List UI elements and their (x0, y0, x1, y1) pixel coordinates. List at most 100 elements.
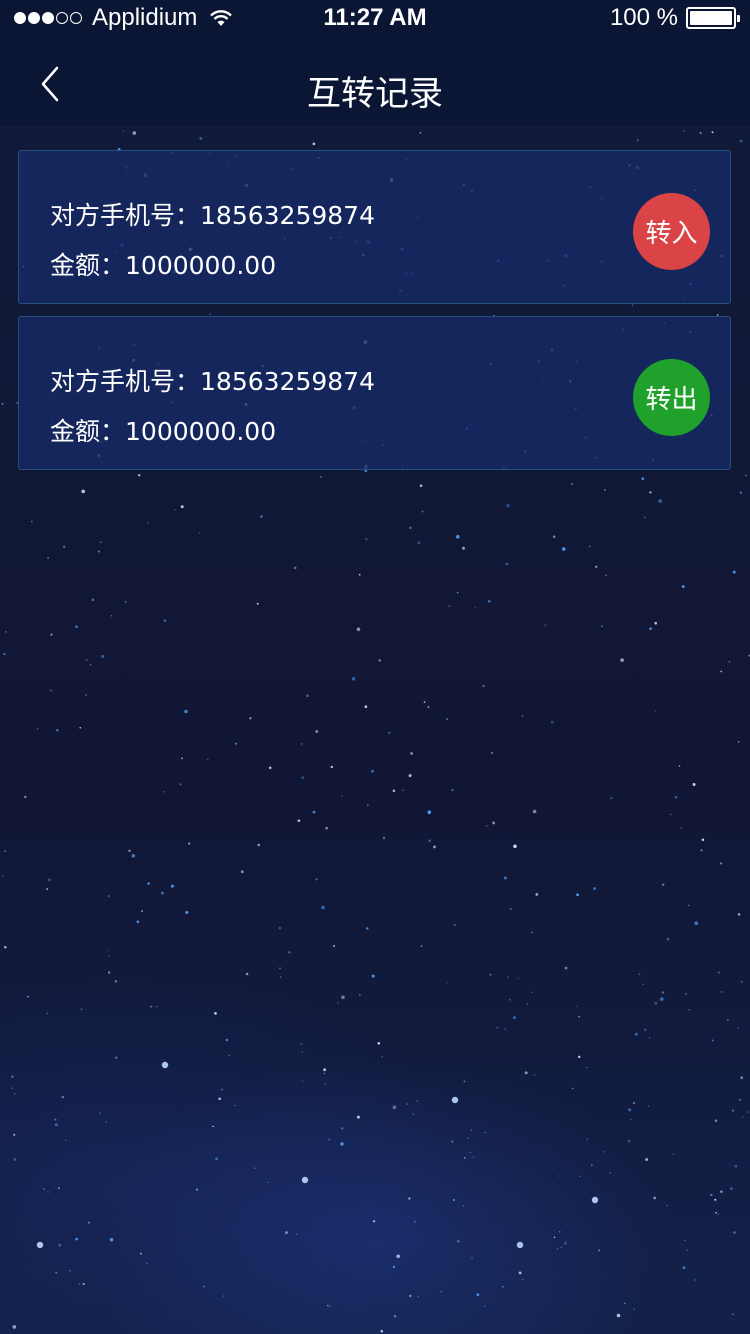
star (383, 837, 385, 839)
star (471, 1257, 473, 1259)
star (674, 795, 678, 799)
star (54, 1123, 58, 1127)
star (714, 1198, 717, 1201)
star (13, 1133, 16, 1137)
star (448, 605, 451, 607)
star (301, 776, 305, 780)
star (521, 715, 524, 718)
star (576, 1005, 578, 1008)
bright-star (591, 1196, 599, 1204)
star (57, 1187, 60, 1190)
star (80, 1008, 83, 1011)
star (225, 1038, 229, 1042)
star (564, 1241, 567, 1245)
star (380, 1329, 384, 1333)
star (505, 562, 509, 566)
star (484, 1131, 486, 1134)
star (36, 727, 39, 730)
star (419, 131, 422, 134)
star (598, 1249, 600, 1252)
star (636, 139, 639, 142)
star (315, 878, 318, 881)
star (75, 625, 78, 629)
record-card[interactable]: 对方手机号：18563259874 金额：1000000.00 转入 (18, 150, 731, 304)
star (321, 905, 325, 910)
star (61, 1095, 65, 1099)
star (571, 1087, 574, 1090)
star (185, 911, 189, 914)
star (50, 689, 53, 692)
star (648, 1037, 651, 1039)
star (181, 757, 183, 760)
star (136, 920, 140, 923)
record-amount-label: 金额： (50, 417, 126, 446)
star (535, 893, 539, 896)
navigation-bar: 互转记录 (0, 40, 750, 126)
star (571, 482, 574, 485)
star (588, 545, 591, 548)
star (717, 971, 721, 974)
star (485, 825, 488, 827)
star (124, 600, 127, 604)
star (78, 1283, 81, 1285)
star (297, 819, 301, 823)
star (423, 701, 426, 704)
star (279, 976, 282, 978)
star (268, 766, 272, 770)
star (300, 743, 303, 745)
star (406, 1103, 409, 1105)
star (531, 931, 533, 934)
star (419, 484, 423, 488)
star (531, 991, 533, 994)
star (472, 1156, 475, 1158)
star (324, 1083, 326, 1086)
star (97, 550, 100, 553)
star (392, 1265, 396, 1269)
star (489, 973, 492, 976)
star (484, 1305, 486, 1308)
star (50, 633, 53, 636)
star (686, 1249, 688, 1251)
star (577, 1055, 581, 1059)
signal-dot (56, 12, 68, 24)
transfer-out-badge: 转出 (633, 359, 710, 436)
record-card[interactable]: 对方手机号：18563259874 金额：1000000.00 转出 (18, 316, 731, 470)
star (595, 565, 598, 568)
star (245, 972, 249, 976)
star (212, 1125, 214, 1128)
star (81, 489, 85, 494)
star (463, 1205, 465, 1207)
star (373, 1220, 376, 1223)
star (420, 945, 423, 948)
star (746, 1111, 749, 1113)
star (46, 1012, 48, 1015)
star (110, 614, 113, 617)
star (408, 526, 412, 530)
star (341, 995, 345, 1000)
star (254, 1167, 256, 1170)
star (660, 997, 664, 1001)
star (647, 1105, 650, 1108)
star (56, 729, 59, 732)
star (337, 1002, 339, 1004)
record-amount-value: 1000000.00 (125, 251, 277, 280)
star (312, 142, 316, 146)
star (330, 765, 334, 769)
star (728, 661, 731, 663)
star (507, 976, 509, 978)
bright-star (36, 1241, 44, 1249)
record-phone-line: 对方手机号：18563259874 (50, 196, 375, 232)
star (141, 910, 143, 912)
star (688, 1009, 691, 1011)
star (228, 1054, 230, 1057)
star (341, 795, 343, 797)
battery-percent: 100 % (609, 4, 678, 31)
star (720, 1190, 723, 1193)
star (128, 849, 131, 852)
star (195, 1188, 199, 1191)
star (524, 1071, 528, 1075)
star (627, 1139, 631, 1143)
star (451, 789, 454, 792)
star (215, 1157, 218, 1160)
star (522, 1278, 524, 1281)
